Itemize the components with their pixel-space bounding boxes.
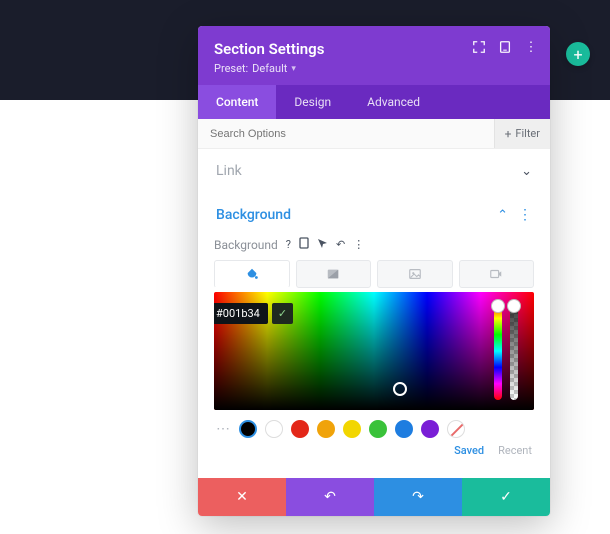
panel-footer: ✕ ↶ ↷ ✓ [198, 478, 550, 516]
swatch-set-tabs: Saved Recent [214, 442, 534, 465]
hex-value[interactable]: #001b34 [214, 303, 268, 324]
add-section-fab[interactable]: + [566, 42, 590, 66]
bg-type-gradient[interactable] [296, 260, 372, 288]
background-option-toolbar: Background ? ↶ ⋮ [214, 237, 534, 252]
preset-prefix: Preset: [214, 62, 248, 75]
swatch-yellow[interactable] [343, 420, 361, 438]
hover-icon[interactable] [317, 238, 328, 252]
cancel-button[interactable]: ✕ [198, 478, 286, 516]
tab-design[interactable]: Design [276, 85, 349, 119]
section-toggle-background[interactable]: Background ⌃ ⋮ [214, 193, 534, 237]
bg-type-video[interactable] [459, 260, 535, 288]
color-fill-icon [245, 267, 259, 281]
image-icon [408, 267, 422, 281]
swatch-none[interactable] [447, 420, 465, 438]
section-title-link: Link [216, 163, 242, 179]
swatch-tab-recent[interactable]: Recent [498, 444, 532, 457]
settings-panel: Section Settings Preset: Default ▾ ⋮ Con… [198, 26, 550, 516]
panel-header: Section Settings Preset: Default ▾ ⋮ [198, 26, 550, 85]
preset-selector[interactable]: Preset: Default ▾ [214, 62, 534, 75]
settings-tabs: Content Design Advanced [198, 85, 550, 119]
options-search-bar: + Filter [198, 119, 550, 149]
filter-button[interactable]: + Filter [494, 119, 550, 148]
hex-confirm-button[interactable]: ✓ [272, 303, 293, 324]
swatch-blue[interactable] [395, 420, 413, 438]
swatch-green[interactable] [369, 420, 387, 438]
swatch-tab-saved[interactable]: Saved [454, 444, 484, 457]
swatch-orange[interactable] [317, 420, 335, 438]
swatch-row: ⋯ [214, 410, 534, 442]
more-vertical-icon[interactable]: ⋮ [353, 238, 364, 251]
more-vertical-icon[interactable]: ⋮ [524, 40, 538, 54]
swatch-red[interactable] [291, 420, 309, 438]
hue-slider[interactable] [494, 302, 502, 400]
preset-name: Default [252, 62, 287, 75]
alpha-slider-thumb[interactable] [507, 299, 521, 313]
header-icon-group: ⋮ [472, 40, 538, 54]
alpha-slider[interactable] [510, 302, 518, 400]
tab-content[interactable]: Content [198, 85, 276, 119]
reset-icon[interactable]: ↶ [336, 238, 345, 251]
close-icon: ✕ [236, 489, 248, 505]
tab-advanced[interactable]: Advanced [349, 85, 438, 119]
redo-button[interactable]: ↷ [374, 478, 462, 516]
section-toggle-link[interactable]: Link ⌄ [214, 149, 534, 193]
more-vertical-icon[interactable]: ⋮ [518, 207, 532, 223]
background-type-tabs [214, 260, 534, 288]
redo-icon: ↷ [412, 489, 424, 505]
plus-icon: + [505, 127, 512, 141]
hue-slider-thumb[interactable] [491, 299, 505, 313]
hex-readout: 1 #001b34 ✓ [214, 302, 293, 324]
background-section-body: Background ? ↶ ⋮ [214, 237, 534, 475]
phone-icon[interactable] [299, 237, 309, 252]
option-label-background: Background [214, 238, 278, 252]
swatch-more-icon[interactable]: ⋯ [216, 421, 231, 437]
panel-body[interactable]: Link ⌄ Background ⌃ ⋮ Background ? ↶ ⋮ [198, 149, 550, 478]
section-title-background: Background [216, 207, 291, 223]
swatch-purple[interactable] [421, 420, 439, 438]
bg-type-image[interactable] [377, 260, 453, 288]
save-button[interactable]: ✓ [462, 478, 550, 516]
expand-icon[interactable] [472, 40, 486, 54]
color-picker-area[interactable]: 1 #001b34 ✓ [214, 292, 534, 410]
check-icon: ✓ [500, 489, 512, 505]
swatch-black[interactable] [239, 420, 257, 438]
chevron-down-icon: ⌄ [521, 164, 532, 179]
undo-icon: ↶ [324, 489, 336, 505]
search-input[interactable] [198, 119, 494, 148]
bg-type-color[interactable] [214, 260, 290, 288]
chevron-down-icon: ▾ [291, 64, 296, 74]
responsive-icon[interactable] [498, 40, 512, 54]
filter-label: Filter [515, 127, 540, 140]
swatch-white[interactable] [265, 420, 283, 438]
gradient-icon [326, 267, 340, 281]
video-icon [489, 267, 503, 281]
chevron-up-icon: ⌃ [497, 208, 508, 223]
undo-button[interactable]: ↶ [286, 478, 374, 516]
help-icon[interactable]: ? [286, 238, 291, 251]
